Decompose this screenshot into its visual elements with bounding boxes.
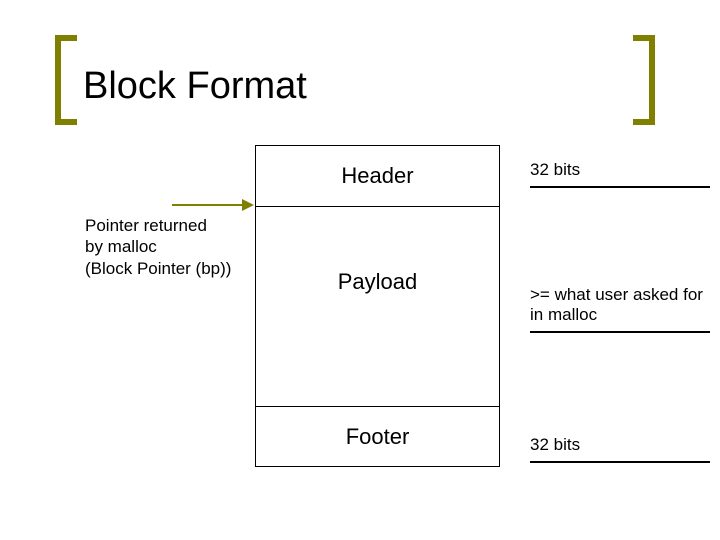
left-bracket-icon — [55, 35, 77, 125]
block-payload: Payload — [256, 206, 499, 406]
block-footer: Footer — [256, 406, 499, 466]
payload-annotation: >= what user asked for in malloc — [530, 285, 712, 333]
pointer-caption-line3: (Block Pointer (bp)) — [85, 259, 231, 278]
header-size-text: 32 bits — [530, 160, 580, 179]
pointer-arrow-icon — [172, 204, 252, 206]
divider-icon — [530, 331, 710, 333]
pointer-caption-line1: Pointer returned — [85, 216, 207, 235]
slide-title: Block Format — [83, 65, 307, 108]
pointer-caption: Pointer returned by malloc (Block Pointe… — [85, 215, 231, 279]
pointer-caption-line2: by malloc — [85, 237, 157, 256]
header-annotation: 32 bits — [530, 160, 712, 188]
divider-icon — [530, 186, 710, 188]
footer-size-text: 32 bits — [530, 435, 580, 454]
title-bracket-frame: Block Format — [55, 35, 655, 125]
divider-icon — [530, 461, 710, 463]
block-diagram: Header Payload Footer — [255, 145, 500, 467]
block-header: Header — [256, 146, 499, 206]
payload-note-text: >= what user asked for in malloc — [530, 285, 703, 324]
footer-annotation: 32 bits — [530, 435, 712, 463]
right-bracket-icon — [633, 35, 655, 125]
